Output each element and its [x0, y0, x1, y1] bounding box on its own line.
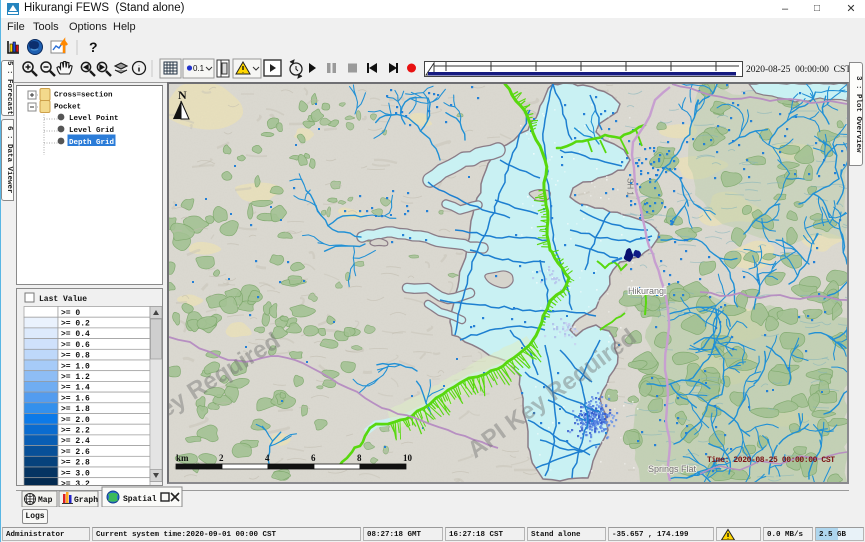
svg-text:Graph: Graph: [74, 496, 98, 505]
svg-text:Last Value: Last Value: [39, 295, 87, 304]
svg-text:km: km: [176, 453, 189, 463]
svg-text:Hikurangi: Hikurangi: [628, 286, 666, 296]
svg-text:>= 0.8: >= 0.8: [61, 352, 90, 361]
svg-text:?: ?: [89, 39, 98, 55]
svg-text:>= 2.0: >= 2.0: [61, 416, 90, 425]
svg-text:>= 1.6: >= 1.6: [61, 394, 90, 403]
svg-text:Depth Grid: Depth Grid: [69, 139, 114, 147]
svg-text:Map: Map: [38, 496, 53, 505]
svg-text:>= 1.4: >= 1.4: [61, 384, 90, 393]
svg-text:6: 6: [311, 453, 316, 463]
svg-text:>= 3.0: >= 3.0: [61, 469, 90, 478]
svg-text:>= 1.0: >= 1.0: [61, 362, 90, 371]
svg-text:>= 2.4: >= 2.4: [61, 437, 90, 446]
svg-text:>= 2.8: >= 2.8: [61, 459, 90, 468]
svg-text:>= 1.2: >= 1.2: [61, 373, 90, 382]
svg-text:Level Point: Level Point: [69, 115, 119, 123]
svg-text:>= 3.2: >= 3.2: [61, 480, 90, 485]
svg-text:Springs Flat: Springs Flat: [648, 464, 697, 474]
svg-text:10: 10: [403, 453, 413, 463]
svg-text:Cross=section: Cross=section: [54, 92, 113, 100]
svg-text:>= 0.2: >= 0.2: [61, 320, 90, 329]
svg-text:0.1: 0.1: [193, 64, 205, 73]
svg-text:4: 4: [265, 453, 270, 463]
svg-text:8: 8: [357, 453, 362, 463]
svg-text:N: N: [178, 88, 187, 102]
svg-text:>= 2.2: >= 2.2: [61, 427, 90, 436]
svg-text:>= 1.8: >= 1.8: [61, 405, 90, 414]
svg-text:>= 0.4: >= 0.4: [61, 330, 90, 339]
svg-text:Pocket: Pocket: [54, 104, 81, 112]
svg-text:Time: 2020-08-25 00:00:00 CST: Time: 2020-08-25 00:00:00 CST: [707, 456, 835, 465]
svg-text:Level Grid: Level Grid: [69, 127, 114, 135]
svg-text:>= 0.6: >= 0.6: [61, 341, 90, 350]
svg-text:>= 2.6: >= 2.6: [61, 448, 90, 457]
svg-text:SH 1: SH 1: [626, 178, 635, 196]
svg-text:>= 0: >= 0: [61, 309, 80, 318]
svg-text:2020-08-25 00:00:00 CST: 2020-08-25 00:00:00 CST: [746, 65, 851, 75]
svg-text:Spatial: Spatial: [123, 495, 157, 504]
svg-text:2: 2: [219, 453, 224, 463]
